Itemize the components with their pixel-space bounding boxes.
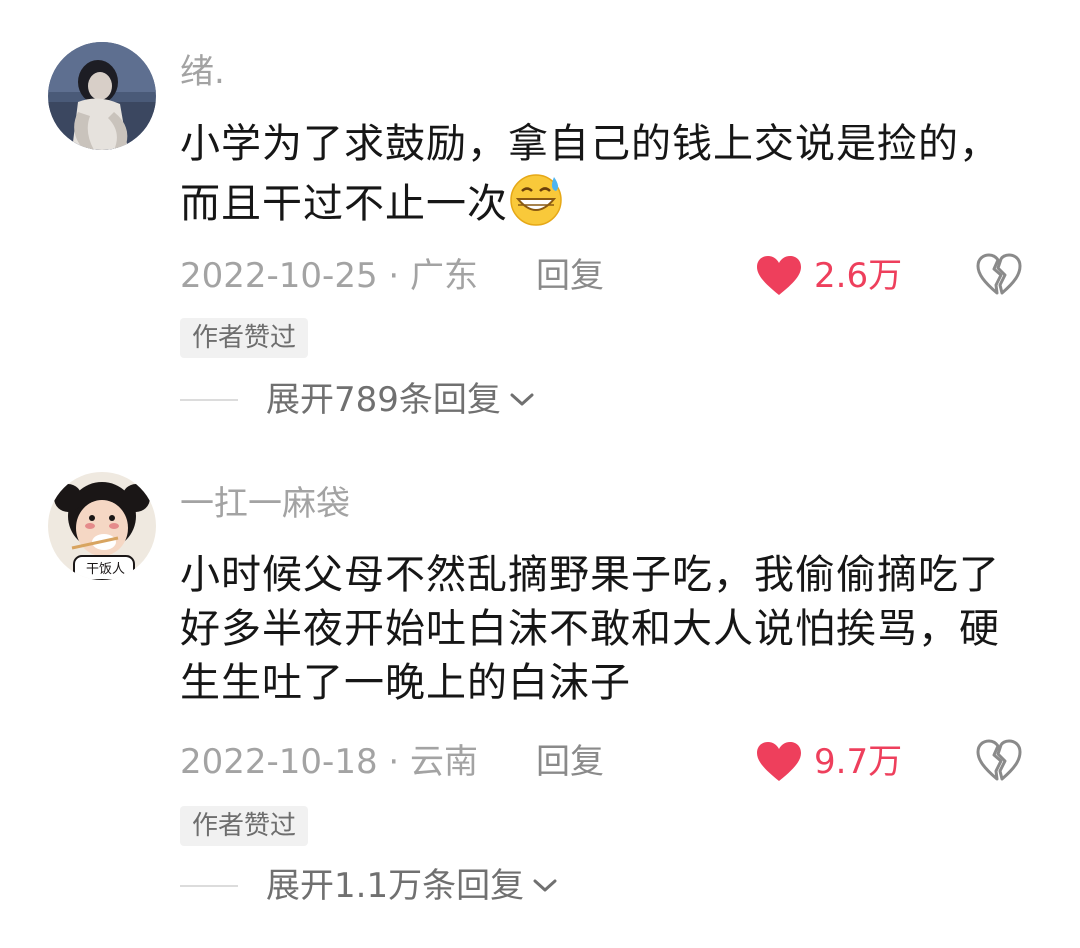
divider-line <box>180 399 238 401</box>
heart-icon <box>757 256 801 295</box>
comment-text: 小时候父母不然乱摘野果子吃，我偷偷摘吃了好多半夜开始吐白沫不敢和大人说怕挨骂，硬… <box>180 552 1000 706</box>
expand-replies-label: 展开789条回复 <box>266 380 501 420</box>
broken-heart-icon[interactable] <box>976 253 1022 297</box>
like-button[interactable]: 2.6万 <box>756 254 902 298</box>
avatar[interactable] <box>48 42 156 150</box>
broken-heart-icon[interactable] <box>976 739 1022 783</box>
comment-text: 小学为了求鼓励，拿自己的钱上交说是捡的，而且干过不止一次 <box>180 117 1040 231</box>
username[interactable]: 绪. <box>180 52 225 92</box>
author-liked-badge: 作者赞过 <box>180 806 309 846</box>
like-button[interactable]: 9.7万 <box>756 740 902 784</box>
like-count: 2.6万 <box>814 256 903 296</box>
expand-replies-label: 展开1.1万条回复 <box>266 866 525 906</box>
comment-text-body: 小学为了求鼓励，拿自己的钱上交说是捡的，而且干过不止一次 <box>180 121 1000 227</box>
chevron-down-icon <box>510 393 534 406</box>
comment-meta: 2022-10-18 · 云南 <box>180 742 479 782</box>
chevron-down-icon <box>533 879 557 892</box>
grinning-sweat-emoji-icon <box>510 174 562 226</box>
avatar-caption: 干饭人 <box>86 562 126 577</box>
reply-button[interactable]: 回复 <box>536 256 604 296</box>
expand-replies-button[interactable]: 展开1.1万条回复 <box>180 866 558 906</box>
expand-replies-button[interactable]: 展开789条回复 <box>180 380 535 420</box>
author-liked-badge: 作者赞过 <box>180 318 309 358</box>
divider-line <box>180 885 238 887</box>
comment-meta: 2022-10-25 · 广东 <box>180 256 479 296</box>
username[interactable]: 一扛一麻袋 <box>180 484 350 524</box>
avatar[interactable]: 干饭人 <box>48 472 156 580</box>
reply-button[interactable]: 回复 <box>536 742 604 782</box>
like-count: 9.7万 <box>814 742 903 782</box>
heart-icon <box>757 742 801 781</box>
